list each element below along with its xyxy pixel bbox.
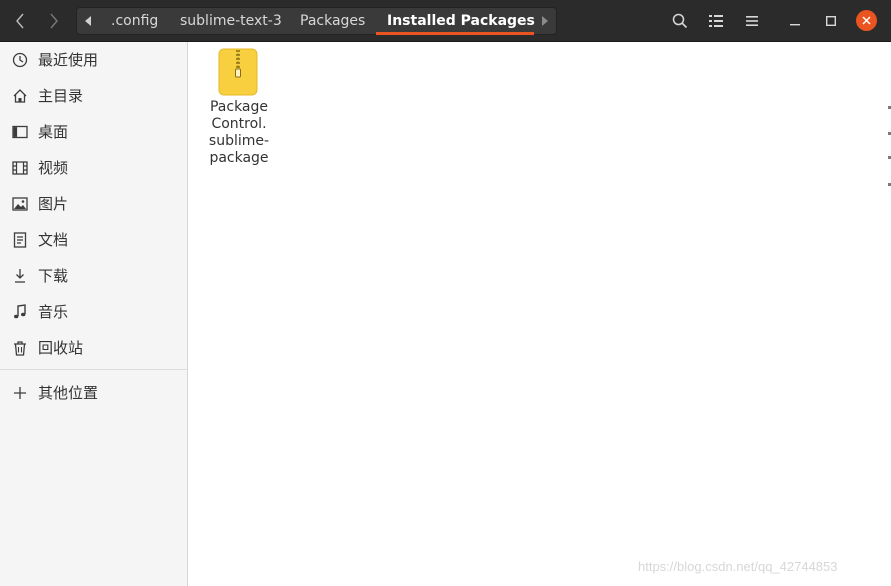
- search-icon: [672, 13, 688, 29]
- close-button[interactable]: [856, 10, 877, 31]
- sidebar-item-desktop[interactable]: 桌面: [0, 115, 187, 149]
- breadcrumb-packages[interactable]: Packages: [300, 8, 365, 34]
- active-crumb-indicator: [376, 32, 534, 35]
- breadcrumb-config[interactable]: .config: [111, 8, 158, 34]
- hamburger-menu-icon: [746, 16, 758, 26]
- sidebar-item-label: 主目录: [38, 87, 84, 105]
- triangle-left-icon: [85, 16, 91, 26]
- sidebar-item-label: 文档: [38, 231, 69, 249]
- file-manager-window: .config sublime-text-3 Packages Installe…: [0, 0, 891, 586]
- sidebar-item-recent[interactable]: 最近使用: [0, 43, 187, 77]
- path-bar: .config sublime-text-3 Packages Installe…: [76, 7, 557, 35]
- chevron-left-icon: [16, 13, 24, 28]
- document-icon: [13, 232, 27, 248]
- sidebar-item-music[interactable]: 音乐: [0, 295, 187, 329]
- home-icon: [13, 89, 27, 103]
- clock-icon: [12, 52, 28, 68]
- music-icon: [14, 304, 26, 319]
- watermark: https://blog.csdn.net/qq_42744853: [638, 559, 838, 574]
- list-view-icon: [709, 15, 723, 27]
- view-options-button[interactable]: [703, 8, 729, 34]
- sidebar-item-downloads[interactable]: 下载: [0, 259, 187, 293]
- back-button[interactable]: [6, 7, 34, 34]
- zip-archive-icon: [218, 48, 258, 96]
- sidebar-item-other-locations[interactable]: 其他位置: [0, 376, 187, 410]
- forward-button[interactable]: [40, 7, 68, 34]
- sidebar-item-label: 图片: [38, 195, 69, 213]
- header-bar: .config sublime-text-3 Packages Installe…: [0, 0, 891, 42]
- file-item[interactable]: Package Control. sublime- package: [202, 46, 276, 170]
- chevron-right-icon: [50, 13, 58, 28]
- sidebar-item-videos[interactable]: 视频: [0, 151, 187, 185]
- sidebar-item-label: 其他位置: [38, 384, 99, 402]
- plus-icon: [14, 387, 26, 399]
- sidebar-separator: [0, 369, 187, 370]
- sidebar-item-label: 桌面: [38, 123, 69, 141]
- maximize-icon: [826, 16, 836, 26]
- film-icon: [12, 161, 28, 175]
- sidebar-item-label: 回收站: [38, 339, 84, 357]
- sidebar-item-label: 视频: [38, 159, 69, 177]
- sidebar-item-home[interactable]: 主目录: [0, 79, 187, 113]
- minimize-icon: [790, 24, 800, 26]
- file-view: Package Control. sublime- package: [188, 42, 891, 586]
- desktop-icon: [12, 125, 28, 139]
- close-icon: [862, 16, 871, 25]
- sidebar-item-documents[interactable]: 文档: [0, 223, 187, 257]
- menu-button[interactable]: [739, 8, 765, 34]
- download-icon: [15, 269, 25, 283]
- sidebar-item-pictures[interactable]: 图片: [0, 187, 187, 221]
- breadcrumb-sublime-text-3[interactable]: sublime-text-3: [180, 8, 282, 34]
- breadcrumb-installed-packages[interactable]: Installed Packages: [387, 8, 535, 34]
- sidebar-item-trash[interactable]: 回收站: [0, 331, 187, 365]
- maximize-button[interactable]: [818, 8, 844, 34]
- path-scroll-right-button[interactable]: [534, 8, 556, 34]
- minimize-button[interactable]: [782, 8, 808, 34]
- trash-icon: [14, 341, 26, 356]
- sidebar-item-label: 音乐: [38, 303, 69, 321]
- sidebar: 最近使用 主目录 桌面 视频 图片 文档 下载 音乐 回收站 其他位置: [0, 42, 188, 586]
- path-scroll-left-button[interactable]: [77, 8, 99, 34]
- sidebar-item-label: 下载: [38, 267, 69, 285]
- search-button[interactable]: [667, 8, 693, 34]
- image-icon: [12, 197, 28, 211]
- triangle-right-icon: [542, 16, 548, 26]
- sidebar-item-label: 最近使用: [38, 51, 99, 69]
- file-name: Package Control. sublime- package: [208, 99, 270, 166]
